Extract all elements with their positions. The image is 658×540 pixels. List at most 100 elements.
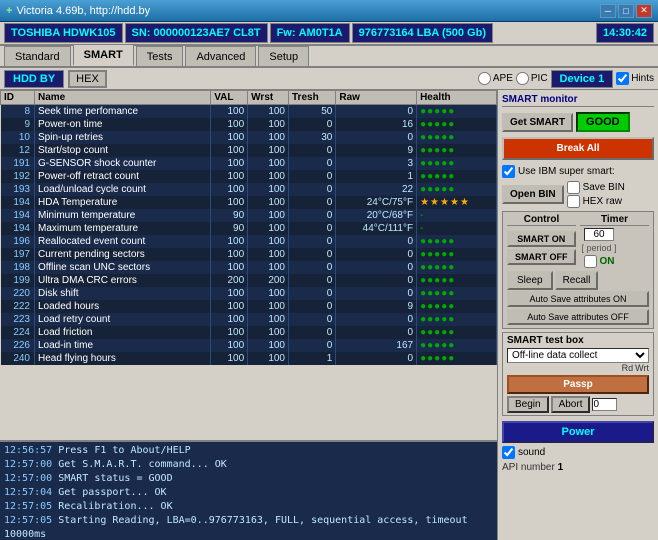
log-timestamp: 12:57:05 <box>4 515 52 526</box>
cell-raw: 3 <box>336 157 417 170</box>
timer-input[interactable] <box>584 228 614 241</box>
cell-tresh: 1 <box>289 352 336 365</box>
cell-wrst: 100 <box>248 222 289 235</box>
cell-id: 197 <box>1 248 35 261</box>
cell-val: 100 <box>211 248 248 261</box>
tab-standard[interactable]: Standard <box>4 46 71 66</box>
hex-raw-checkbox[interactable] <box>567 195 580 208</box>
table-row: 194 Minimum temperature 90 100 0 20°C/68… <box>1 209 497 222</box>
minimize-button[interactable]: ─ <box>600 4 616 18</box>
cell-val: 100 <box>211 183 248 196</box>
cell-wrst: 200 <box>248 274 289 287</box>
col-wrst: Wrst <box>248 91 289 105</box>
cell-tresh: 0 <box>289 144 336 157</box>
log-message: Press F1 to About/HELP <box>58 445 190 456</box>
smart-test-box: SMART test box Off-line data collect Rd … <box>502 332 654 416</box>
cell-name: Minimum temperature <box>35 209 211 222</box>
cell-wrst: 100 <box>248 131 289 144</box>
cell-val: 100 <box>211 118 248 131</box>
maximize-button[interactable]: □ <box>618 4 634 18</box>
autosave-on-button[interactable]: Auto Save attributes ON <box>507 291 649 307</box>
cell-id: 240 <box>1 352 35 365</box>
cell-raw: 1 <box>336 170 417 183</box>
hints-checkbox[interactable]: Hints <box>616 72 654 85</box>
cell-raw: 0 <box>336 274 417 287</box>
cell-health: ●●●●● <box>417 313 497 326</box>
abort-input[interactable] <box>592 398 617 411</box>
control-label: Control <box>507 214 576 226</box>
tab-advanced[interactable]: Advanced <box>185 46 256 66</box>
radio-group: APE PIC Device 1 Hints <box>478 70 654 88</box>
log-message: SMART status = GOOD <box>58 473 172 484</box>
abort-button[interactable]: Abort <box>551 396 591 413</box>
cell-tresh: 0 <box>289 222 336 235</box>
cell-name: Reallocated event count <box>35 235 211 248</box>
power-button[interactable]: Power <box>502 421 654 443</box>
col-raw: Raw <box>336 91 417 105</box>
cell-name: Current pending sectors <box>35 248 211 261</box>
recall-button[interactable]: Recall <box>555 271 599 290</box>
sleep-button[interactable]: Sleep <box>507 271 553 290</box>
table-row: 240 Head flying hours 100 100 1 0 ●●●●● <box>1 352 497 365</box>
cell-id: 194 <box>1 209 35 222</box>
smart-data-table: ID Name VAL Wrst Tresh Raw Health 8 Seek… <box>0 90 497 365</box>
close-button[interactable]: ✕ <box>636 4 652 18</box>
cell-wrst: 100 <box>248 157 289 170</box>
cell-id: 224 <box>1 326 35 339</box>
drive-sn: SN: 000000123AE7 CL8T <box>125 23 268 43</box>
cell-val: 100 <box>211 326 248 339</box>
cell-tresh: 0 <box>289 313 336 326</box>
smart-table[interactable]: ID Name VAL Wrst Tresh Raw Health 8 Seek… <box>0 90 497 440</box>
tab-setup[interactable]: Setup <box>258 46 309 66</box>
cell-health: ●●●●● <box>417 326 497 339</box>
break-all-button[interactable]: Break All <box>502 137 654 160</box>
ape-radio[interactable]: APE <box>478 72 513 85</box>
open-bin-button[interactable]: Open BIN <box>502 185 564 204</box>
test-type-select[interactable]: Off-line data collect <box>507 348 649 363</box>
hex-raw-row: HEX raw <box>567 195 625 208</box>
cell-raw: 0 <box>336 248 417 261</box>
tab-smart[interactable]: SMART <box>73 44 134 66</box>
log-line: 12:57:05 Recalibration... OK <box>4 500 493 514</box>
timer-on-checkbox[interactable] <box>584 255 597 268</box>
cell-raw: 167 <box>336 339 417 352</box>
main-content: ID Name VAL Wrst Tresh Raw Health 8 Seek… <box>0 90 658 540</box>
smart-monitor-label: SMART monitor <box>502 94 654 107</box>
cell-tresh: 0 <box>289 157 336 170</box>
sound-checkbox[interactable] <box>502 446 515 459</box>
cell-id: 9 <box>1 118 35 131</box>
cell-raw: 9 <box>336 300 417 313</box>
tab-tests[interactable]: Tests <box>136 46 184 66</box>
autosave-off-button[interactable]: Auto Save attributes OFF <box>507 309 649 325</box>
pic-radio[interactable]: PIC <box>516 72 548 85</box>
cell-id: 10 <box>1 131 35 144</box>
cell-wrst: 100 <box>248 248 289 261</box>
hex-button[interactable]: HEX <box>68 70 107 88</box>
get-smart-button[interactable]: Get SMART <box>502 113 573 132</box>
cell-val: 100 <box>211 352 248 365</box>
drive-info-bar: TOSHIBA HDWK105 SN: 000000123AE7 CL8T Fw… <box>0 22 658 46</box>
table-row: 192 Power-off retract count 100 100 0 1 … <box>1 170 497 183</box>
cell-name: Maximum temperature <box>35 222 211 235</box>
use-ibm-checkbox[interactable] <box>502 165 515 178</box>
smart-off-button[interactable]: SMART OFF <box>507 249 576 265</box>
smart-on-button[interactable]: SMART ON <box>507 231 576 247</box>
cell-wrst: 100 <box>248 170 289 183</box>
cell-name: Loaded hours <box>35 300 211 313</box>
table-row: 220 Disk shift 100 100 0 0 ●●●●● <box>1 287 497 300</box>
cell-name: Load retry count <box>35 313 211 326</box>
cell-val: 200 <box>211 274 248 287</box>
cell-wrst: 100 <box>248 300 289 313</box>
drive-model: TOSHIBA HDWK105 <box>4 23 123 43</box>
cell-tresh: 0 <box>289 248 336 261</box>
cell-raw: 0 <box>336 326 417 339</box>
cell-name: G-SENSOR shock counter <box>35 157 211 170</box>
save-bin-checkbox[interactable] <box>567 181 580 194</box>
begin-button[interactable]: Begin <box>507 396 549 413</box>
cell-health: ●●●●● <box>417 274 497 287</box>
cell-val: 100 <box>211 157 248 170</box>
cell-val: 100 <box>211 287 248 300</box>
col-id: ID <box>1 91 35 105</box>
passp-button[interactable]: Passp <box>507 375 649 394</box>
cell-health: ●●●●● <box>417 144 497 157</box>
